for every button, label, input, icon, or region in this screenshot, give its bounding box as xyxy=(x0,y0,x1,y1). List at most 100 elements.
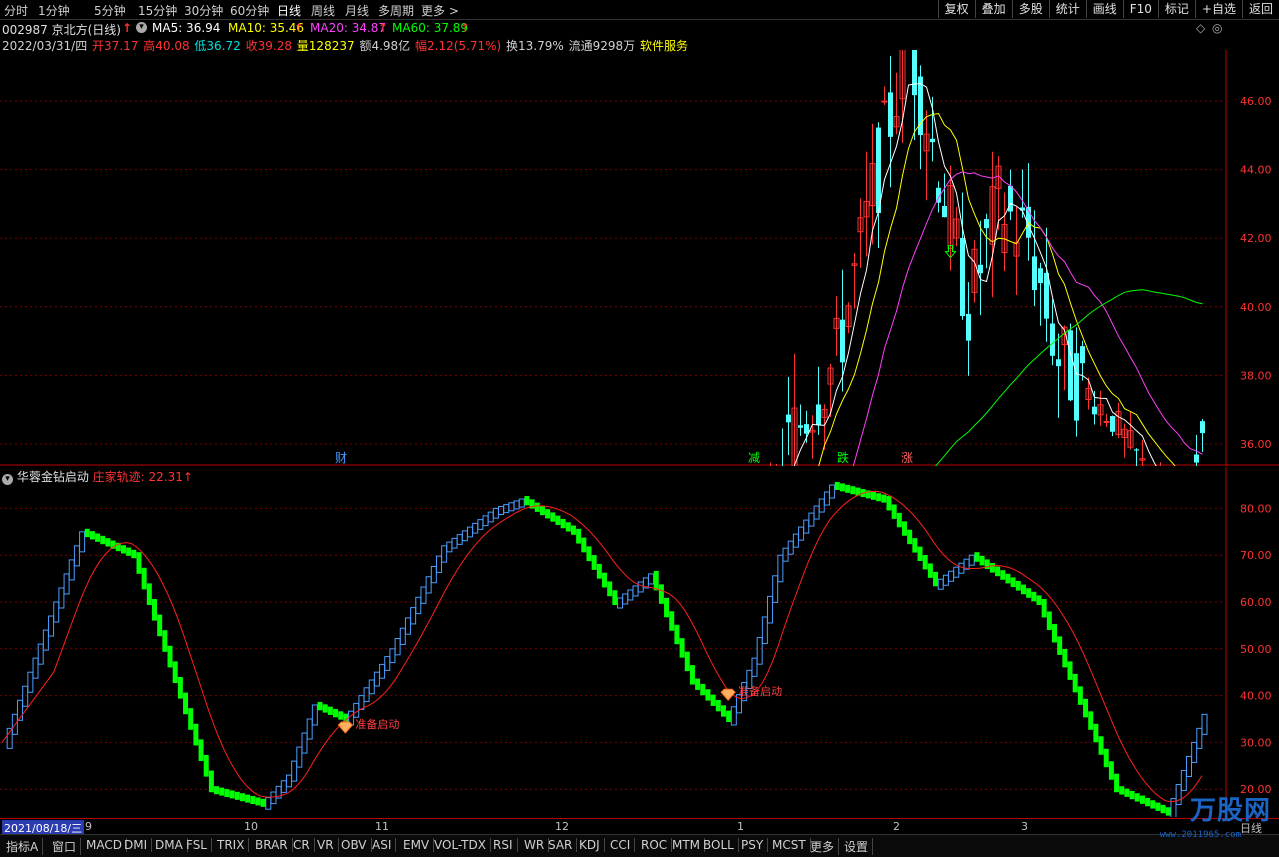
indicator-tab-17[interactable]: KDJ xyxy=(575,838,605,852)
multi-stock-button[interactable]: 多股 xyxy=(1011,0,1049,18)
restore-right-button[interactable]: 复权 xyxy=(937,0,975,18)
indicator-bar-falling xyxy=(100,535,106,545)
indicator-tab-12[interactable]: EMV xyxy=(399,838,435,852)
indicator-bar-falling xyxy=(845,484,851,493)
indicator-tab-9[interactable]: VR xyxy=(313,838,339,852)
indicator-tab-21[interactable]: BOLL xyxy=(699,838,739,852)
overlay-button[interactable]: 叠加 xyxy=(974,0,1012,18)
candle-body-up xyxy=(881,100,888,103)
indicator-bar-rising xyxy=(358,695,365,710)
candle-body-down xyxy=(840,319,845,363)
indicator-bar-falling xyxy=(658,584,664,604)
back-button[interactable]: 返回 xyxy=(1241,0,1279,18)
indicator-tab-14[interactable]: RSI xyxy=(489,838,518,852)
indicator-bar-falling xyxy=(602,572,607,588)
candle-body-down xyxy=(804,424,809,434)
indicator-tab-11[interactable]: ASI xyxy=(368,838,397,852)
indicator-tab-22[interactable]: PSY xyxy=(737,838,769,852)
indicator-bar-falling xyxy=(1155,802,1161,811)
indicator-chart[interactable]: 80.0070.0060.0050.0040.0030.0020.00 准备启动… xyxy=(0,467,1279,817)
indicator-bar-rising xyxy=(637,581,644,593)
indicator-bar-falling xyxy=(1119,786,1125,795)
indicator-bar-rising xyxy=(823,491,830,506)
month-label-11: 11 xyxy=(375,820,389,833)
indicator-bar-falling xyxy=(1057,636,1063,655)
dealer-track-line xyxy=(1,490,1203,803)
candle-body-down xyxy=(1074,353,1079,421)
mark-button[interactable]: 标记 xyxy=(1157,0,1195,18)
indicator-tab-7[interactable]: BRAR xyxy=(251,838,293,852)
indicator-tab-1[interactable]: 窗口 xyxy=(48,838,82,855)
indicator-bar-rising xyxy=(948,570,955,582)
tab-30min[interactable]: 30分钟 xyxy=(184,2,223,19)
indicator-bar-falling xyxy=(1062,648,1068,668)
indicator-tab-13[interactable]: VOL-TDX xyxy=(430,838,491,852)
indicator-tab-24[interactable]: 更多 xyxy=(806,838,840,855)
indicator-bar-falling xyxy=(214,786,220,795)
indicator-bar-falling xyxy=(700,683,706,696)
tab-monthly[interactable]: 月线 xyxy=(345,2,369,19)
indicator-bar-falling xyxy=(1010,577,1016,587)
indicator-bar-rising xyxy=(798,526,805,541)
indicator-bar-falling xyxy=(1005,573,1011,584)
f10-button[interactable]: F10 xyxy=(1122,0,1158,18)
indicator-bar-rising xyxy=(441,545,448,563)
ma5-line xyxy=(793,83,1157,466)
indicator-bar-falling xyxy=(1083,698,1089,718)
tab-weekly[interactable]: 周线 xyxy=(311,2,335,19)
settings-circle-icon[interactable]: ◎ xyxy=(1212,21,1222,35)
indicator-tab-19[interactable]: ROC xyxy=(637,838,673,852)
ma20-arrow-icon: ↑ xyxy=(378,21,389,35)
add-watchlist-button[interactable]: +自选 xyxy=(1194,0,1242,18)
candle-body-down xyxy=(1194,454,1199,463)
tab-minute[interactable]: 分时 xyxy=(4,2,28,19)
tab-more[interactable]: 更多 > xyxy=(421,2,459,19)
indicator-bar-rising xyxy=(477,519,484,530)
indicator-bar-falling xyxy=(539,505,545,516)
indicator-tab-0[interactable]: 指标A xyxy=(2,838,44,855)
candlestick-chart[interactable]: 46.0044.0042.0040.0038.0036.0034.0032.00… xyxy=(0,50,1279,466)
indicator-tab-18[interactable]: CCI xyxy=(606,838,636,852)
diamond-icon[interactable]: ◇ xyxy=(1196,21,1205,35)
tab-60min[interactable]: 60分钟 xyxy=(230,2,269,19)
indicator-bar-rising xyxy=(37,643,44,665)
indicator-bar-rising xyxy=(777,554,784,583)
indicator-tab-10[interactable]: OBV xyxy=(337,838,372,852)
candle-body-down xyxy=(1038,268,1043,284)
indicator-bar-rising xyxy=(787,540,794,555)
indicator-tab-8[interactable]: CR xyxy=(289,838,315,852)
candle-body-down xyxy=(888,92,893,137)
indicator-bar-falling xyxy=(1036,595,1042,605)
indicator-bar-rising xyxy=(772,575,779,603)
indicator-tab-3[interactable]: DMI xyxy=(120,838,153,852)
indicator-bar-falling xyxy=(1114,773,1120,793)
up-arrow-icon: ↑ xyxy=(122,21,133,35)
indicator-tab-5[interactable]: FSL xyxy=(182,838,212,852)
price-tick-label: 42.00 xyxy=(1240,232,1272,245)
tab-5min[interactable]: 5分钟 xyxy=(94,2,126,19)
indicator-bar-falling xyxy=(653,570,659,591)
indicator-tab-23[interactable]: MCST xyxy=(768,838,811,852)
tab-15min[interactable]: 15分钟 xyxy=(138,2,177,19)
price-tick-label: 38.00 xyxy=(1240,369,1272,382)
tab-daily[interactable]: 日线 xyxy=(277,2,301,19)
tab-multi-period[interactable]: 多周期 xyxy=(378,2,414,19)
indicator-bar-falling xyxy=(674,624,680,645)
draw-line-button[interactable]: 画线 xyxy=(1085,0,1123,18)
indicator-bar-falling xyxy=(684,651,690,672)
indicator-bar-falling xyxy=(1145,797,1151,807)
indicator-bar-rising xyxy=(389,648,396,664)
candle-body-down xyxy=(960,237,965,316)
price-tick-label: 44.00 xyxy=(1240,164,1272,177)
indicator-bar-rising xyxy=(415,596,422,615)
indicator-tab-6[interactable]: TRIX xyxy=(213,838,250,852)
candle-body-down xyxy=(1068,330,1073,401)
statistics-button[interactable]: 统计 xyxy=(1048,0,1086,18)
tab-1min[interactable]: 1分钟 xyxy=(38,2,70,19)
ma60-line xyxy=(935,289,1203,466)
indicator-tab-16[interactable]: SAR xyxy=(544,838,578,852)
indicator-bar-falling xyxy=(720,705,726,717)
collapse-icon[interactable]: ▾ xyxy=(136,22,147,33)
indicator-tab-25[interactable]: 设置 xyxy=(840,838,874,855)
indicator-bar-falling xyxy=(1015,581,1021,591)
